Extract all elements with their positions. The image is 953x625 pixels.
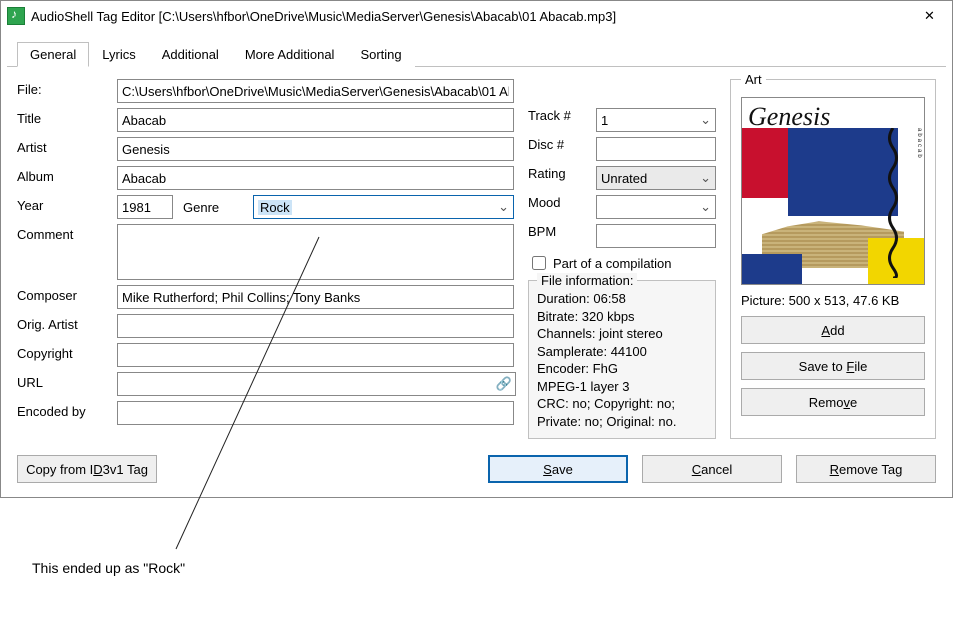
comment-field[interactable]	[117, 224, 514, 280]
left-fields: File: Title Artist Album Year Genre Rock…	[17, 79, 514, 439]
titlebar: AudioShell Tag Editor [C:\Users\hfbor\On…	[1, 1, 952, 31]
album-label: Album	[17, 166, 107, 190]
file-info-crc: CRC: no; Copyright: no;	[537, 395, 707, 413]
tab-lyrics[interactable]: Lyrics	[89, 42, 148, 67]
chevron-down-icon: ⌄	[700, 199, 711, 215]
rating-label: Rating	[528, 166, 590, 190]
window-title: AudioShell Tag Editor [C:\Users\hfbor\On…	[31, 9, 907, 24]
file-info-body: Duration: 06:58 Bitrate: 320 kbps Channe…	[537, 290, 707, 430]
copyright-field[interactable]	[117, 343, 514, 367]
mid-fields: Track # 1 ⌄ Disc # Rating Unrated ⌄ Mood…	[528, 79, 716, 439]
tab-more-additional[interactable]: More Additional	[232, 42, 348, 67]
copyright-label: Copyright	[17, 343, 107, 367]
file-info-bitrate: Bitrate: 320 kbps	[537, 308, 707, 326]
composer-label: Composer	[17, 285, 107, 309]
remove-tag-button[interactable]: Remove Tag	[796, 455, 936, 483]
genre-label: Genre	[183, 200, 243, 215]
year-label: Year	[17, 195, 107, 219]
tab-additional[interactable]: Additional	[149, 42, 232, 67]
save-button[interactable]: Save	[488, 455, 628, 483]
file-info-group: File information: Duration: 06:58 Bitrat…	[528, 280, 716, 439]
disc-field[interactable]	[596, 137, 716, 161]
file-info-channels: Channels: joint stereo	[537, 325, 707, 343]
file-info-header: File information:	[537, 273, 637, 288]
art-squiggle	[886, 128, 900, 278]
orig-artist-label: Orig. Artist	[17, 314, 107, 338]
chevron-down-icon: ⌄	[700, 112, 711, 128]
file-info-priv: Private: no; Original: no.	[537, 413, 707, 431]
file-info-encoder: Encoder: FhG	[537, 360, 707, 378]
file-info-samplerate: Samplerate: 44100	[537, 343, 707, 361]
close-button[interactable]: ✕	[907, 1, 952, 31]
url-row: 🔗	[117, 372, 514, 396]
track-combobox[interactable]: 1 ⌄	[596, 108, 716, 132]
artist-label: Artist	[17, 137, 107, 161]
artist-field[interactable]	[117, 137, 514, 161]
copy-from-id3v1-button[interactable]: Copy from ID3v1 Tag	[17, 455, 157, 483]
file-info-duration: Duration: 06:58	[537, 290, 707, 308]
encoded-by-field[interactable]	[117, 401, 514, 425]
compilation-label: Part of a compilation	[553, 256, 672, 271]
year-field[interactable]	[117, 195, 173, 219]
art-group: Art Genesis abacab Picture: 500 x 513, 4…	[730, 79, 936, 439]
bpm-field[interactable]	[596, 224, 716, 248]
track-value: 1	[601, 113, 608, 128]
genre-value: Rock	[258, 200, 292, 215]
composer-field[interactable]	[117, 285, 514, 309]
orig-artist-field[interactable]	[117, 314, 514, 338]
bottom-bar: Copy from ID3v1 Tag Save Cancel Remove T…	[1, 447, 952, 497]
spacer	[528, 79, 716, 103]
album-art[interactable]: Genesis abacab	[741, 97, 925, 285]
art-save-to-file-button[interactable]: Save to File	[741, 352, 925, 380]
art-header: Art	[741, 72, 766, 87]
mood-label: Mood	[528, 195, 590, 219]
album-field[interactable]	[117, 166, 514, 190]
comment-label: Comment	[17, 224, 107, 280]
compilation-checkbox[interactable]	[532, 256, 546, 270]
bpm-label: BPM	[528, 224, 590, 248]
track-label: Track #	[528, 108, 590, 132]
art-add-button[interactable]: Add	[741, 316, 925, 344]
compilation-row[interactable]: Part of a compilation	[528, 253, 716, 273]
picture-info: Picture: 500 x 513, 47.6 KB	[741, 293, 925, 308]
chevron-down-icon: ⌄	[498, 199, 509, 215]
url-field[interactable]	[117, 372, 516, 396]
tab-strip: General Lyrics Additional More Additiona…	[7, 35, 946, 67]
link-icon[interactable]: 🔗	[494, 374, 514, 394]
tab-sorting[interactable]: Sorting	[347, 42, 414, 67]
art-remove-button[interactable]: Remove	[741, 388, 925, 416]
url-label: URL	[17, 372, 107, 396]
rating-value: Unrated	[601, 171, 647, 186]
file-label: File:	[17, 79, 107, 103]
tab-general[interactable]: General	[17, 42, 89, 67]
annotation-text: This ended up as "Rock"	[32, 560, 185, 576]
genre-combobox[interactable]: Rock ⌄	[253, 195, 514, 219]
title-label: Title	[17, 108, 107, 132]
mood-combobox[interactable]: ⌄	[596, 195, 716, 219]
general-panel: File: Title Artist Album Year Genre Rock…	[1, 67, 952, 447]
close-icon: ✕	[924, 8, 935, 24]
cancel-button[interactable]: Cancel	[642, 455, 782, 483]
app-icon	[7, 7, 25, 25]
chevron-down-icon: ⌄	[700, 170, 711, 186]
title-field[interactable]	[117, 108, 514, 132]
file-field[interactable]	[117, 79, 514, 103]
year-genre-row: Genre Rock ⌄	[117, 195, 514, 219]
app-window: AudioShell Tag Editor [C:\Users\hfbor\On…	[0, 0, 953, 498]
rating-combobox[interactable]: Unrated ⌄	[596, 166, 716, 190]
art-side-text: abacab	[914, 128, 922, 226]
file-info-layer: MPEG-1 layer 3	[537, 378, 707, 396]
encoded-by-label: Encoded by	[17, 401, 107, 425]
disc-label: Disc #	[528, 137, 590, 161]
